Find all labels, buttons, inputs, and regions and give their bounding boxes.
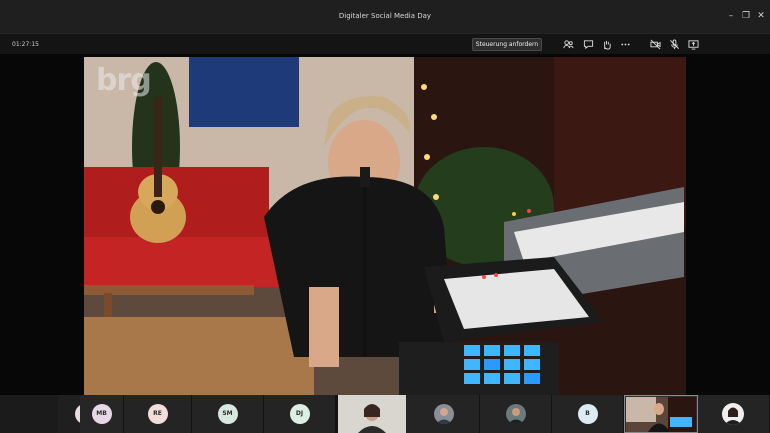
participant-tile[interactable]: MB [80,395,124,433]
participant-tile[interactable] [698,395,770,433]
microphone-off-icon[interactable] [666,37,682,52]
video-watermark-logo: brg [96,63,152,98]
participants-icon[interactable] [560,37,576,52]
avatar [722,403,744,425]
participant-tile[interactable]: RE [124,395,192,433]
chat-icon[interactable] [580,37,596,52]
window-title: Digitaler Social Media Day [338,12,432,20]
participant-tile-active-speaker[interactable] [624,395,698,433]
participant-tile[interactable] [480,395,552,433]
avatar [506,404,526,424]
camera-off-icon[interactable] [647,37,663,52]
participant-tile-video[interactable] [338,395,406,433]
avatar: DJ [289,404,310,424]
participant-video-thumbnail [626,397,696,432]
close-icon[interactable]: ✕ [752,0,770,33]
musician-video-frame [84,57,686,395]
share-screen-icon[interactable] [685,37,701,52]
avatar [434,404,454,424]
main-stage: brg [0,54,770,395]
participant-tile[interactable]: SM [192,395,264,433]
request-control-button[interactable]: Steuerung anfordern [472,38,542,51]
raise-hand-icon[interactable] [598,37,614,52]
participant-tile[interactable] [406,395,480,433]
meeting-timer: 01:27:15 [12,41,39,48]
meeting-toolbar: 01:27:15 Steuerung anfordern [0,33,770,54]
avatar: MB [91,404,112,424]
participant-video-thumbnail [338,395,406,433]
title-bar: Digitaler Social Media Day – ❐ ✕ [0,0,770,33]
avatar: B [577,404,598,424]
participant-tile[interactable]: B [552,395,624,433]
avatar: RE [147,404,168,424]
participants-strip: OI MB RE SM DJ B [0,395,770,433]
main-video-feed[interactable]: brg [84,57,686,395]
participant-tile[interactable]: DJ [264,395,336,433]
avatar: SM [217,404,238,424]
more-options-icon[interactable] [617,37,633,52]
